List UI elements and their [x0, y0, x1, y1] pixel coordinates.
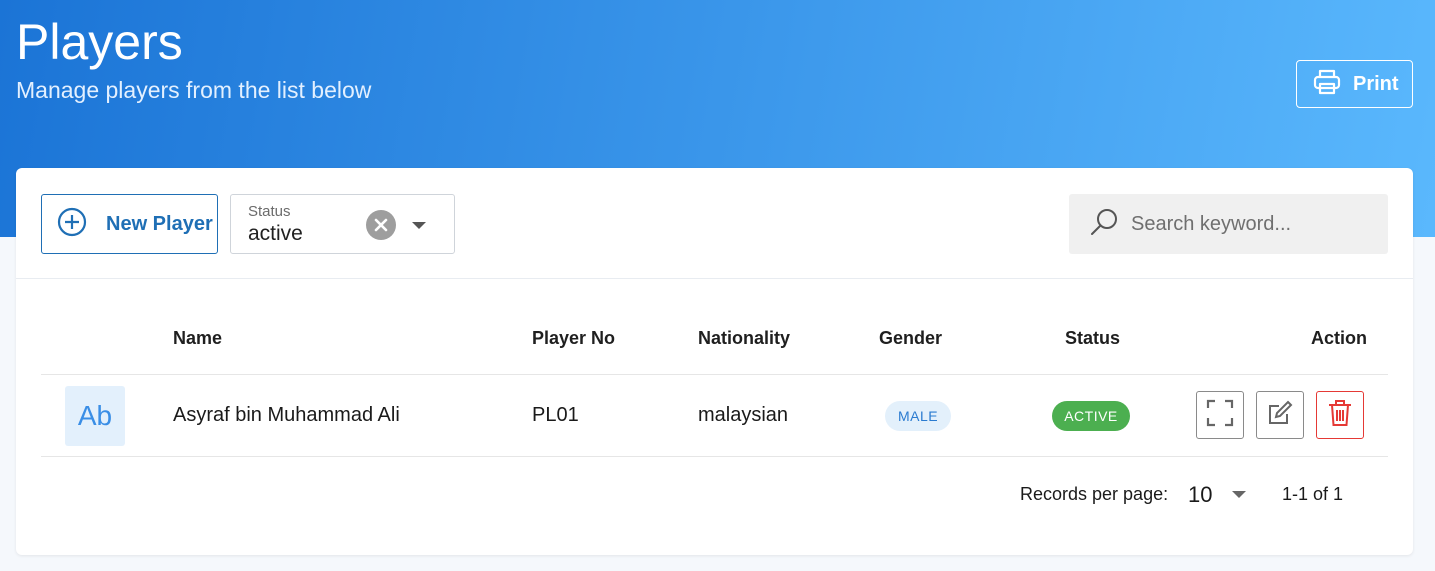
- chevron-down-icon[interactable]: [1232, 491, 1246, 498]
- printer-icon: [1313, 69, 1341, 100]
- plus-circle-icon: [56, 206, 88, 243]
- delete-button[interactable]: [1316, 391, 1364, 439]
- player-nationality: malaysian: [698, 404, 789, 426]
- status-badge: ACTIVE: [1052, 401, 1130, 431]
- pagination-range: 1-1 of 1: [1282, 484, 1344, 504]
- print-button-label: Print: [1353, 72, 1399, 95]
- search-icon: [1089, 207, 1119, 242]
- records-per-page-select[interactable]: 10: [1188, 482, 1212, 508]
- view-button[interactable]: [1196, 391, 1244, 439]
- print-button[interactable]: Print: [1296, 60, 1413, 108]
- new-player-button[interactable]: New Player: [41, 194, 218, 254]
- column-header-nationality[interactable]: Nationality: [698, 328, 790, 349]
- status-filter-caption: Status: [248, 203, 291, 220]
- player-name: Asyraf bin Muhammad Ali: [173, 404, 400, 426]
- players-card: New Player Status active Name Player No …: [16, 168, 1413, 555]
- chevron-down-icon[interactable]: [412, 222, 426, 229]
- status-filter-select[interactable]: Status active: [230, 194, 455, 254]
- column-header-name[interactable]: Name: [173, 328, 222, 349]
- page-subtitle: Manage players from the list below: [16, 77, 372, 103]
- column-header-gender[interactable]: Gender: [879, 328, 942, 349]
- player-no: PL01: [532, 404, 579, 426]
- page-title: Players: [16, 14, 183, 70]
- clear-icon[interactable]: [366, 210, 396, 240]
- trash-icon: [1327, 399, 1353, 432]
- search-box[interactable]: [1069, 194, 1388, 254]
- header-row-divider: [41, 374, 1388, 375]
- edit-button[interactable]: [1256, 391, 1304, 439]
- avatar: Ab: [65, 386, 125, 446]
- edit-icon: [1266, 399, 1294, 432]
- status-filter-value: active: [248, 222, 303, 245]
- fullscreen-icon: [1206, 399, 1234, 432]
- column-header-action: Action: [1311, 328, 1367, 348]
- search-input[interactable]: [1131, 212, 1371, 236]
- column-header-status[interactable]: Status: [1065, 328, 1120, 349]
- column-header-player-no[interactable]: Player No: [532, 328, 615, 349]
- records-per-page-label: Records per page:: [1020, 484, 1169, 504]
- new-player-label: New Player: [106, 212, 213, 235]
- gender-badge: MALE: [885, 401, 951, 431]
- toolbar-divider: [16, 278, 1413, 279]
- row-divider: [41, 456, 1388, 457]
